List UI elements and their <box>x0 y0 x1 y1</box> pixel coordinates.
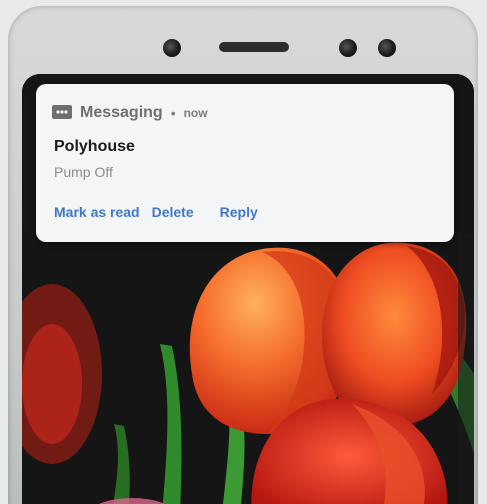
front-camera-icon <box>163 39 181 57</box>
notification-title: Polyhouse <box>54 138 135 155</box>
notification-time: now <box>183 106 208 120</box>
delete-button[interactable]: Delete <box>152 204 194 220</box>
notification-message: Pump Off <box>54 164 113 180</box>
earpiece-speaker <box>219 42 289 52</box>
sensor-icon <box>339 39 357 57</box>
mark-as-read-button[interactable]: Mark as read <box>54 204 140 220</box>
messaging-icon <box>52 105 72 121</box>
photo-scene: Messaging • now Polyhouse Pump Off Mark … <box>0 0 487 504</box>
phone-screen: Messaging • now Polyhouse Pump Off Mark … <box>22 74 474 504</box>
message-notification[interactable]: Messaging • now Polyhouse Pump Off Mark … <box>36 84 454 242</box>
notification-actions: Mark as read Delete Reply <box>54 204 258 220</box>
camera-lens-icon <box>378 39 396 57</box>
notification-header: Messaging • now <box>52 102 208 124</box>
header-separator: • <box>170 105 176 121</box>
reply-button[interactable]: Reply <box>220 204 258 220</box>
app-name: Messaging <box>80 104 163 121</box>
phone-top-bezel <box>8 6 478 76</box>
